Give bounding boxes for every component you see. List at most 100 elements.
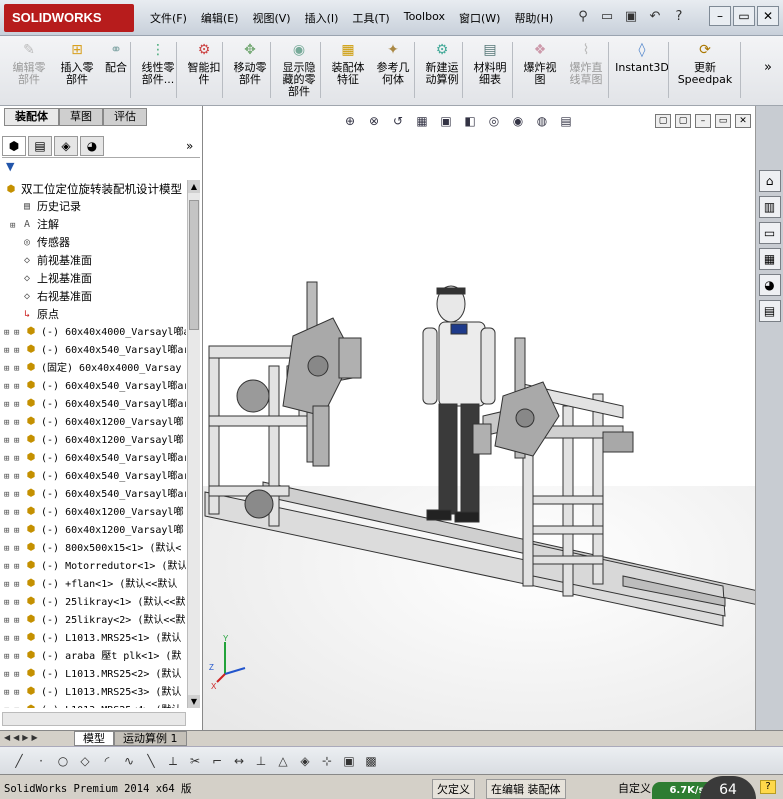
circle-icon[interactable]: ○ <box>54 752 72 770</box>
tree-component[interactable]: ⊞ ⊞ ⬢ (-) 60x40x540_Varsayl啷ar <box>2 342 186 360</box>
cube-icon[interactable]: ◈ <box>296 752 314 770</box>
help-icon[interactable]: ? <box>670 8 688 26</box>
close-button[interactable]: ✕ <box>757 6 779 26</box>
tree-item[interactable]: ⊞ A 注解 <box>2 216 186 234</box>
status-help-icon[interactable]: ? <box>760 780 776 794</box>
expand-toggle-icon[interactable]: ⊞ <box>4 468 14 486</box>
expand-toggle-icon[interactable]: ⊞ <box>4 360 14 378</box>
cmd-button-1[interactable]: ⊞ 插入零 部件 <box>55 38 99 100</box>
tab-nav-arrows[interactable]: ◀◀▶▶ <box>4 733 41 742</box>
expand-toggle-icon[interactable]: ⊞ <box>4 612 14 630</box>
configuration-manager-tab-icon[interactable]: ◈ <box>54 136 78 156</box>
tree-root-assembly[interactable]: ⬢ 双工位定位旋转装配机设计模型 <box>2 180 186 198</box>
tree-component[interactable]: ⊞ ⊞ ⬢ (-) 60x40x540_Varsayl啷ar <box>2 486 186 504</box>
tree-component[interactable]: ⊞ ⊞ ⬢ (-) +flan<1> (默认<<默认 <box>2 576 186 594</box>
home-icon[interactable]: ⌂ <box>758 170 781 192</box>
status-custom[interactable]: 自定义 <box>614 779 655 797</box>
expand-toggle-icon[interactable]: ⊞ <box>4 522 14 540</box>
pin-icon[interactable]: ⚲ <box>574 8 592 26</box>
display-manager-tab-icon[interactable]: ◕ <box>80 136 104 156</box>
expand-toggle-icon[interactable]: ⊞ <box>4 486 14 504</box>
cmd-button-4[interactable]: ⚙ 智能扣 件 <box>182 38 226 100</box>
spline-icon[interactable]: ∿ <box>120 752 138 770</box>
tree-item[interactable]: ↳ 原点 <box>2 306 186 324</box>
menu-window[interactable]: 窗口(W) <box>459 10 500 26</box>
menu-tools[interactable]: 工具(T) <box>352 10 389 26</box>
design-library-icon[interactable]: ▥ <box>758 196 781 218</box>
restore-button[interactable]: ▭ <box>733 6 755 26</box>
tab-model[interactable]: 模型 <box>74 731 114 746</box>
tree-component[interactable]: ⊞ ⊞ ⬢ (-) 60x40x540_Varsayl啷ar <box>2 378 186 396</box>
solidworks-logo[interactable]: SOLIDWORKS <box>4 4 134 32</box>
expand-toggle-icon[interactable]: ⊞ <box>4 630 14 648</box>
relation-icon[interactable]: ⊥ <box>252 752 270 770</box>
menu-edit[interactable]: 编辑(E) <box>201 10 239 26</box>
cmd-button-7[interactable]: ▦ 装配体 特征 <box>326 38 370 100</box>
tree-component[interactable]: ⊞ ⊞ ⬢ (-) 60x40x1200_Varsayl啷 <box>2 504 186 522</box>
tree-component[interactable]: ⊞ ⊞ ⬢ (-) L1013.MRS25<2> (默认 <box>2 666 186 684</box>
minimize-button[interactable]: – <box>709 6 731 26</box>
line-2-icon[interactable]: ╲ <box>142 752 160 770</box>
expand-toggle-icon[interactable]: ⊞ <box>4 540 14 558</box>
expand-toggle-icon[interactable]: ⊞ <box>4 324 14 342</box>
tree-component[interactable]: ⊞ ⊞ ⬢ (-) 800x500x15<1> (默认< <box>2 540 186 558</box>
expand-toggle-icon[interactable]: ⊞ <box>4 432 14 450</box>
tree-component[interactable]: ⊞ ⊞ ⬢ (-) 60x40x1200_Varsayl啷 <box>2 432 186 450</box>
expand-toggle-icon[interactable]: ⊞ <box>4 648 14 666</box>
new-document-icon[interactable]: ▭ <box>598 8 616 26</box>
expand-toggle-icon[interactable]: ⊞ <box>4 576 14 594</box>
line-icon[interactable]: ╱ <box>10 752 28 770</box>
tree-item[interactable]: ◇ 前视基准面 <box>2 252 186 270</box>
dimension-icon[interactable]: ↔ <box>230 752 248 770</box>
trim-icon[interactable]: ✂ <box>186 752 204 770</box>
tree-item[interactable]: ▤ 历史记录 <box>2 198 186 216</box>
expand-toggle-icon[interactable]: ⊞ <box>4 414 14 432</box>
mirror-icon[interactable]: ⟂ <box>164 752 182 770</box>
expand-toggle-icon[interactable]: ⊞ <box>4 558 14 576</box>
tree-component[interactable]: ⊞ ⊞ ⬢ (-) 25likray<2> (默认<<默 <box>2 612 186 630</box>
fillet-icon[interactable]: ⌐ <box>208 752 226 770</box>
cmd-button-0[interactable]: ✎ 编辑零 部件 <box>6 38 52 100</box>
undo-icon[interactable]: ↶ <box>646 8 664 26</box>
tree-scrollbar[interactable]: ▲ ▼ <box>187 180 200 708</box>
shaded-cube-icon[interactable]: ▩ <box>362 752 380 770</box>
display-icon[interactable]: ▣ <box>340 752 358 770</box>
expand-toggle-icon[interactable]: ⊞ <box>4 378 14 396</box>
scroll-thumb[interactable] <box>189 200 199 330</box>
scroll-up-icon[interactable]: ▲ <box>188 180 200 193</box>
expand-toggle-icon[interactable]: ⊞ <box>4 396 14 414</box>
property-manager-tab-icon[interactable]: ▤ <box>28 136 52 156</box>
cmd-button-14[interactable]: ⟳ 更新 Speedpak <box>676 38 734 100</box>
triangle-icon[interactable]: △ <box>274 752 292 770</box>
expand-toggle-icon[interactable]: ⊞ <box>4 450 14 468</box>
feature-manager-tab-icon[interactable]: ⬢ <box>2 136 26 156</box>
expand-chevron-icon[interactable]: » <box>186 136 200 157</box>
cmd-button-6[interactable]: ◉ 显示隐 藏的零 部件 <box>276 38 322 100</box>
menu-help[interactable]: 帮助(H) <box>514 10 553 26</box>
tab-sketch[interactable]: 草图 <box>59 108 103 126</box>
tab-evaluate[interactable]: 评估 <box>103 108 147 126</box>
tree-component[interactable]: ⊞ ⊞ ⬢ (-) L1013.MRS25<1> (默认 <box>2 630 186 648</box>
tab-assembly[interactable]: 装配体 <box>4 108 59 126</box>
tree-item[interactable]: ◎ 传感器 <box>2 234 186 252</box>
point-icon[interactable]: · <box>32 752 50 770</box>
cmd-button-9[interactable]: ⚙ 新建运 动算例 <box>420 38 464 100</box>
tree-component[interactable]: ⊞ ⊞ ⬢ (-) 25likray<1> (默认<<默 <box>2 594 186 612</box>
tab-motion-study-1[interactable]: 运动算例 1 <box>114 731 187 746</box>
tree-filter[interactable]: ▼ <box>6 160 198 178</box>
graphics-area[interactable]: ⊕ ⊗ ↺ ▦ ▣ ◧ ◎ ◉ ◍ ▤ ▢ ▢ – ▭ ✕ Y Z X <box>203 106 755 730</box>
cmd-button-11[interactable]: ❖ 爆炸视 图 <box>518 38 562 100</box>
cmd-button-8[interactable]: ✦ 参考几 何体 <box>372 38 414 100</box>
more-commands-chevron-icon[interactable]: » <box>764 60 772 75</box>
tree-component[interactable]: ⊞ ⊞ ⬢ (固定) 60x40x4000_Varsay <box>2 360 186 378</box>
expand-toggle-icon[interactable]: ⊞ <box>4 702 14 708</box>
cmd-button-3[interactable]: ⋮ 线性零 部件... <box>136 38 180 100</box>
expand-toggle-icon[interactable]: ⊞ <box>4 684 14 702</box>
tree-component[interactable]: ⊞ ⊞ ⬢ (-) 60x40x1200_Varsayl啷 <box>2 414 186 432</box>
menu-view[interactable]: 视图(V) <box>252 10 290 26</box>
polygon-icon[interactable]: ◇ <box>76 752 94 770</box>
cmd-button-13[interactable]: ◊ Instant3D <box>612 38 672 100</box>
view-palette-icon[interactable]: ▦ <box>758 248 781 270</box>
menu-file[interactable]: 文件(F) <box>150 10 187 26</box>
expand-toggle-icon[interactable]: ⊞ <box>4 666 14 684</box>
